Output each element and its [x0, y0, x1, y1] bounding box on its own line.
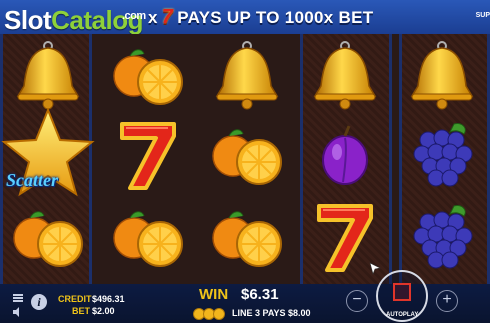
info-icon[interactable]: i	[30, 293, 48, 314]
bet-value: $2.00	[92, 306, 115, 316]
banner-sup-text: SUP	[475, 12, 490, 19]
win-label: WIN	[199, 286, 229, 303]
stop-icon	[393, 283, 411, 301]
bet-minus-button[interactable]: −	[346, 290, 368, 312]
grapes-icon	[402, 118, 480, 190]
orange-icon	[207, 118, 285, 190]
bet-plus-button[interactable]: +	[436, 290, 458, 312]
sound-icon[interactable]	[12, 306, 24, 321]
bell-icon	[207, 38, 285, 110]
credit-value: $496.31	[92, 294, 125, 304]
bell-icon	[8, 38, 86, 110]
settings-menu-icon[interactable]	[12, 292, 24, 307]
coins-icon	[193, 308, 225, 320]
scatter-label: Scatter	[6, 170, 58, 190]
slotcatalog-watermark-logo: SlotCatalog .com	[4, 5, 146, 35]
plum-icon	[305, 118, 383, 190]
orange-icon	[207, 200, 285, 272]
banner-seven-icon: 7	[161, 6, 174, 28]
orange-icon	[108, 38, 186, 110]
bell-icon	[305, 38, 383, 110]
pointer-hand-icon	[369, 262, 381, 275]
win-value: $6.31	[241, 286, 279, 303]
bell-icon	[402, 38, 480, 110]
banner-message: x 7 PAYS UP TO 1000x BET	[148, 6, 374, 28]
grapes-icon	[402, 200, 480, 272]
orange-icon	[108, 200, 186, 272]
seven-icon	[108, 118, 186, 190]
orange-icon	[8, 200, 86, 272]
line-pays-text: LINE 3 PAYS $8.00	[232, 308, 311, 318]
bet-label: BET	[72, 306, 90, 316]
credit-label: CREDIT	[58, 294, 92, 304]
autoplay-button[interactable]: AUTOPLAY	[386, 312, 418, 318]
